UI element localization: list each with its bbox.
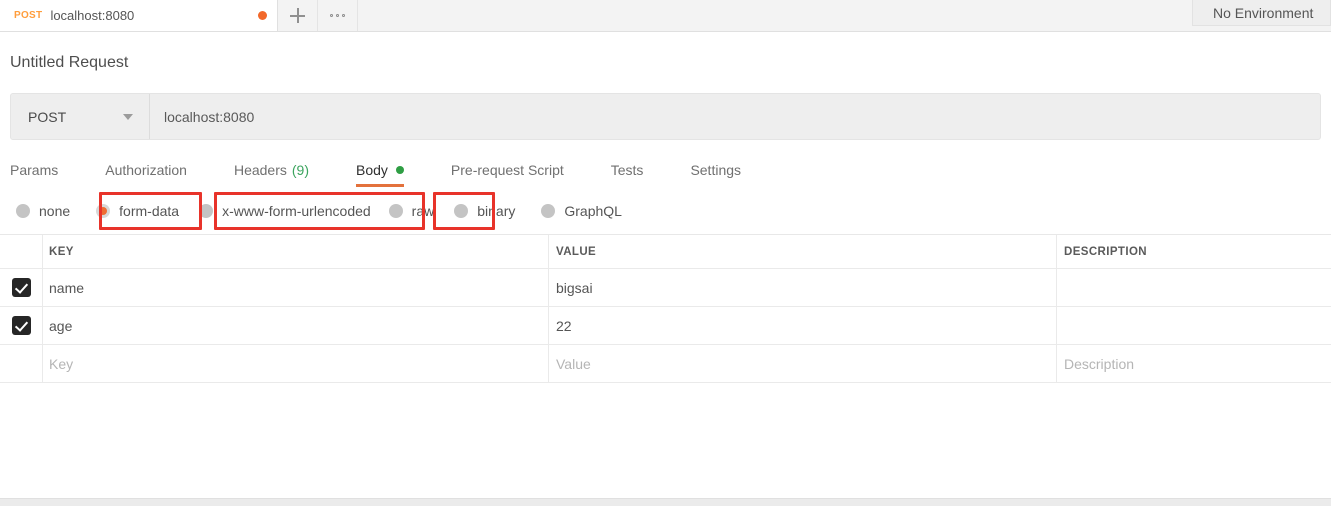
http-method-label: POST <box>28 109 66 125</box>
form-data-table: KEY VALUE DESCRIPTION name bigsai age 2 <box>0 234 1331 383</box>
header-cell-checkbox <box>0 235 43 268</box>
radio-icon-graphql <box>541 204 555 218</box>
body-type-graphql[interactable]: GraphQL <box>541 203 622 219</box>
column-header-value: VALUE <box>556 246 596 258</box>
column-header-key: KEY <box>49 246 74 258</box>
body-type-graphql-label: GraphQL <box>564 203 622 219</box>
url-input[interactable]: localhost:8080 <box>150 94 1320 139</box>
row-enabled-checkbox[interactable] <box>12 316 31 335</box>
new-row-description-cell[interactable]: Description <box>1057 345 1331 382</box>
new-row-key-placeholder: Key <box>49 356 73 372</box>
tab-pre-request-script[interactable]: Pre-request Script <box>451 162 564 187</box>
row-key-text: age <box>49 318 72 334</box>
bottom-status-bar <box>0 498 1331 506</box>
tab-authorization[interactable]: Authorization <box>105 162 187 187</box>
body-type-none[interactable]: none <box>16 203 70 219</box>
row-description-cell[interactable] <box>1057 269 1331 306</box>
row-enabled-checkbox[interactable] <box>12 278 31 297</box>
new-tab-button[interactable] <box>278 0 318 31</box>
tab-tests-label: Tests <box>611 162 644 178</box>
row-value-cell[interactable]: 22 <box>549 307 1057 344</box>
new-row-checkbox-cell <box>0 345 43 382</box>
tab-settings-label: Settings <box>690 162 741 178</box>
column-header-description: DESCRIPTION <box>1064 246 1147 258</box>
new-row-value-cell[interactable]: Value <box>549 345 1057 382</box>
row-key-cell[interactable]: age <box>43 307 549 344</box>
http-method-select[interactable]: POST <box>11 94 150 139</box>
body-type-form-data[interactable]: form-data <box>96 203 179 219</box>
table-new-row[interactable]: Key Value Description <box>0 345 1331 383</box>
tab-settings[interactable]: Settings <box>690 162 741 187</box>
body-type-raw[interactable]: raw <box>389 203 435 219</box>
tab-params[interactable]: Params <box>10 162 58 187</box>
tab-headers[interactable]: Headers (9) <box>234 162 309 187</box>
row-value-cell[interactable]: bigsai <box>549 269 1057 306</box>
radio-icon-none <box>16 204 30 218</box>
tab-authorization-label: Authorization <box>105 162 187 178</box>
table-row[interactable]: age 22 <box>0 307 1331 345</box>
row-checkbox-cell <box>0 307 43 344</box>
plus-icon <box>290 8 305 23</box>
body-type-form-data-label: form-data <box>119 203 179 219</box>
new-row-value-placeholder: Value <box>556 356 591 372</box>
body-type-radio-group: none form-data x-www-form-urlencoded raw… <box>0 188 1331 234</box>
body-type-binary-label: binary <box>477 203 515 219</box>
new-row-description-placeholder: Description <box>1064 356 1134 372</box>
body-type-raw-label: raw <box>412 203 435 219</box>
tab-tests[interactable]: Tests <box>611 162 644 187</box>
request-tab-method: POST <box>14 10 42 21</box>
tab-body[interactable]: Body <box>356 162 404 187</box>
row-checkbox-cell <box>0 269 43 306</box>
new-row-key-cell[interactable]: Key <box>43 345 549 382</box>
request-tab-name: localhost:8080 <box>50 8 252 23</box>
radio-icon-binary <box>454 204 468 218</box>
tab-body-label: Body <box>356 162 388 178</box>
header-cell-description: DESCRIPTION <box>1057 235 1331 268</box>
table-row[interactable]: name bigsai <box>0 269 1331 307</box>
body-type-binary[interactable]: binary <box>454 203 515 219</box>
url-bar: POST localhost:8080 <box>10 93 1321 140</box>
chevron-down-icon <box>123 114 133 120</box>
tab-headers-label: Headers <box>234 162 287 178</box>
radio-icon-form-data <box>96 204 110 218</box>
row-value-text: bigsai <box>556 280 593 296</box>
tab-bar-filler <box>358 0 1331 31</box>
body-type-none-label: none <box>39 203 70 219</box>
table-header-row: KEY VALUE DESCRIPTION <box>0 235 1331 269</box>
row-value-text: 22 <box>556 318 572 334</box>
row-description-cell[interactable] <box>1057 307 1331 344</box>
header-cell-value: VALUE <box>549 235 1057 268</box>
ellipsis-icon <box>330 14 346 18</box>
tab-pre-request-script-label: Pre-request Script <box>451 162 564 178</box>
environment-selector[interactable]: No Environment <box>1192 0 1331 26</box>
row-key-cell[interactable]: name <box>43 269 549 306</box>
tab-params-label: Params <box>10 162 58 178</box>
tab-bar: POST localhost:8080 No Environment <box>0 0 1331 32</box>
radio-icon-raw <box>389 204 403 218</box>
request-tab-localhost[interactable]: POST localhost:8080 <box>0 0 278 31</box>
request-section-tabs: Params Authorization Headers (9) Body Pr… <box>0 157 1331 187</box>
radio-icon-urlencoded <box>199 204 213 218</box>
page-title: Untitled Request <box>0 32 1331 72</box>
unsaved-changes-dot-icon[interactable] <box>258 11 267 20</box>
header-cell-key: KEY <box>43 235 549 268</box>
body-content-dot-icon <box>396 166 404 174</box>
tab-options-button[interactable] <box>318 0 358 31</box>
body-type-urlencoded[interactable]: x-www-form-urlencoded <box>199 203 371 219</box>
body-type-urlencoded-label: x-www-form-urlencoded <box>222 203 371 219</box>
row-key-text: name <box>49 280 84 296</box>
tab-headers-count: (9) <box>292 162 309 178</box>
